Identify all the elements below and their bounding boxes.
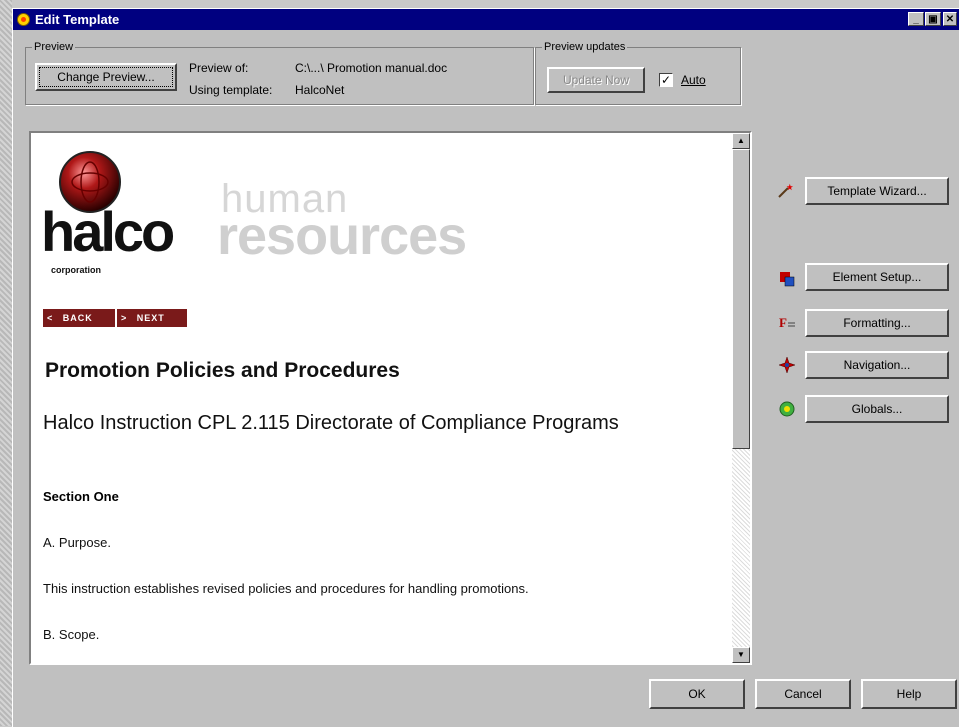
scroll-thumb[interactable] [732, 149, 750, 449]
purpose-heading: A. Purpose. [43, 535, 111, 550]
formatting-icon: F [779, 315, 795, 330]
preview-updates-legend: Preview updates [544, 41, 626, 53]
preview-document: halco corporation human resources < BACK… [31, 133, 732, 663]
back-nav-button[interactable]: < BACK [43, 309, 115, 327]
close-button[interactable]: ✕ [943, 12, 957, 26]
template-wizard-button[interactable]: Template Wizard... [805, 177, 949, 205]
scroll-up-arrow-icon[interactable]: ▲ [732, 133, 750, 149]
auto-label: Auto [681, 73, 706, 87]
section-title: Section One [43, 489, 119, 504]
help-button[interactable]: Help [861, 679, 957, 709]
window-title: Edit Template [35, 12, 120, 27]
next-label: NEXT [136, 313, 165, 323]
desktop-background [0, 0, 12, 726]
navigation-button[interactable]: Navigation... [805, 351, 949, 379]
update-now-button[interactable]: Update Now [547, 67, 645, 93]
logo-word: halco [41, 200, 175, 263]
preview-scrollbar[interactable]: ▲ ▼ [732, 133, 750, 663]
navigation-compass-icon [779, 357, 795, 373]
logo-tagline-bottom: resources [217, 206, 467, 266]
minimize-button[interactable]: _ [908, 12, 924, 26]
logo-subword: corporation [51, 265, 102, 275]
preview-of-label: Preview of: [189, 61, 249, 75]
document-subheading: Halco Instruction CPL 2.115 Directorate … [43, 412, 619, 434]
element-setup-icon [780, 272, 795, 287]
purpose-paragraph: This instruction establishes revised pol… [43, 581, 529, 596]
element-setup-button[interactable]: Element Setup... [805, 263, 949, 291]
svg-text:F: F [779, 315, 787, 330]
preview-group-legend: Preview [34, 41, 74, 53]
back-arrow-icon: < [47, 313, 54, 323]
app-icon [17, 13, 30, 26]
cancel-button[interactable]: Cancel [755, 679, 851, 709]
using-template-value: HalcoNet [295, 83, 345, 97]
change-preview-button[interactable]: Change Preview... [35, 63, 177, 91]
formatting-button[interactable]: Formatting... [805, 309, 949, 337]
edit-template-dialog: Edit Template _ ▣ ✕ Preview Change Previ… [12, 8, 959, 727]
next-arrow-icon: > [121, 313, 128, 323]
title-bar: Edit Template _ ▣ ✕ [13, 9, 959, 30]
scope-heading: B. Scope. [43, 627, 100, 642]
globals-icon [779, 401, 795, 417]
next-nav-button[interactable]: > NEXT [117, 309, 187, 327]
back-label: BACK [62, 313, 93, 323]
using-template-label: Using template: [189, 83, 273, 97]
auto-checkbox[interactable]: ✓ [659, 73, 673, 87]
maximize-button[interactable]: ▣ [925, 12, 941, 26]
magic-wand-icon [778, 183, 793, 198]
document-preview-pane[interactable]: halco corporation human resources < BACK… [29, 131, 752, 665]
document-heading: Promotion Policies and Procedures [45, 359, 400, 382]
ok-button[interactable]: OK [649, 679, 745, 709]
preview-of-value: C:\...\ Promotion manual.doc [295, 61, 448, 75]
globals-button[interactable]: Globals... [805, 395, 949, 423]
scroll-down-arrow-icon[interactable]: ▼ [732, 647, 750, 663]
